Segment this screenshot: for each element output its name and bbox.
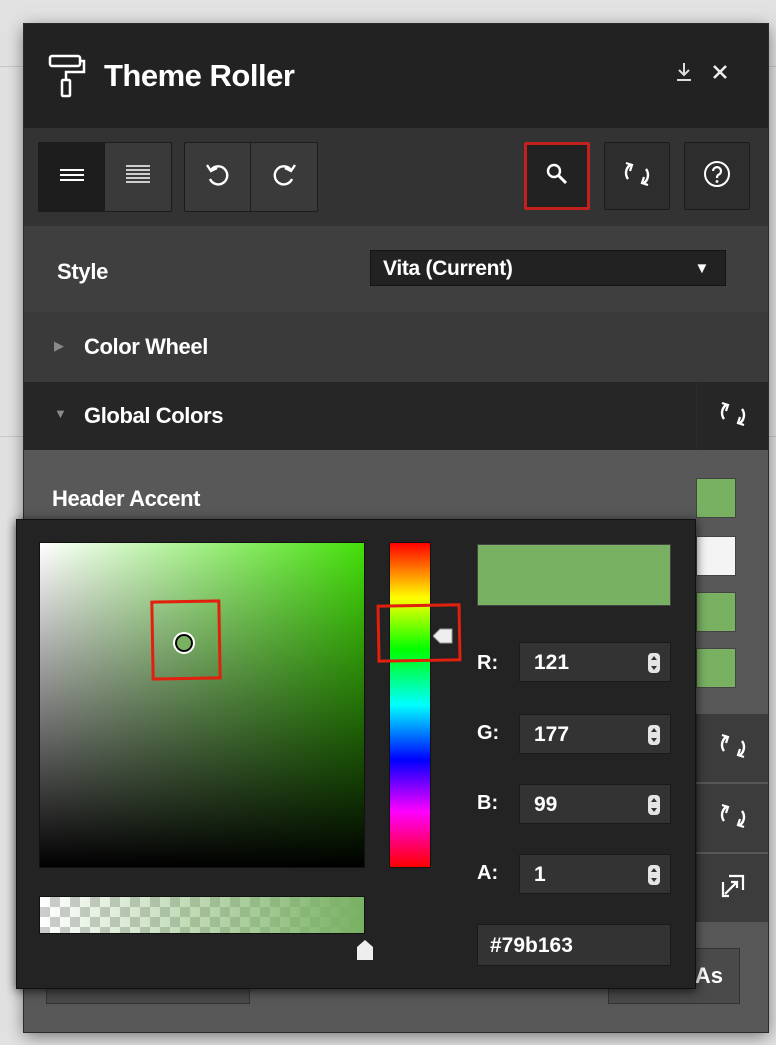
green-value: 177 bbox=[534, 723, 570, 746]
stepper-icon[interactable] bbox=[648, 865, 660, 885]
external-link-icon bbox=[719, 872, 747, 905]
redo-button[interactable] bbox=[251, 143, 317, 211]
style-select[interactable]: Vita (Current) ▼ bbox=[370, 250, 726, 286]
blue-value: 99 bbox=[534, 793, 558, 816]
simple-view-button[interactable] bbox=[39, 143, 105, 211]
style-label: Style bbox=[57, 259, 109, 284]
close-button[interactable] bbox=[706, 60, 734, 88]
color-swatch[interactable] bbox=[696, 648, 736, 688]
caret-down-icon: ▼ bbox=[54, 406, 67, 421]
open-link-button[interactable] bbox=[696, 854, 768, 922]
chevron-down-icon: ▼ bbox=[694, 260, 709, 277]
download-icon bbox=[674, 63, 694, 90]
detailed-view-button[interactable] bbox=[105, 143, 171, 211]
detailed-list-icon bbox=[126, 164, 150, 191]
alpha-value: 1 bbox=[534, 863, 546, 886]
refresh-icon bbox=[718, 731, 748, 766]
saturation-value-area[interactable] bbox=[39, 542, 365, 868]
highlight-box bbox=[376, 603, 462, 663]
section-global-colors-label: Global Colors bbox=[84, 403, 224, 428]
reset-color-button[interactable] bbox=[696, 714, 768, 782]
color-swatch[interactable] bbox=[696, 536, 736, 576]
view-mode-group bbox=[38, 142, 172, 212]
color-preview bbox=[477, 544, 671, 606]
section-color-wheel-label: Color Wheel bbox=[84, 334, 208, 359]
alpha-slider[interactable] bbox=[39, 896, 365, 934]
save-as-label: As bbox=[694, 963, 723, 988]
undo-button[interactable] bbox=[185, 143, 251, 211]
refresh-icon bbox=[718, 399, 748, 434]
blue-label: B: bbox=[477, 792, 499, 814]
color-swatch[interactable] bbox=[696, 592, 736, 632]
search-button[interactable] bbox=[524, 142, 590, 210]
green-input[interactable]: 177 bbox=[519, 714, 671, 754]
redo-icon bbox=[271, 162, 297, 193]
red-input[interactable]: 121 bbox=[519, 642, 671, 682]
download-button[interactable] bbox=[670, 60, 698, 88]
toolbar bbox=[24, 128, 768, 226]
history-group bbox=[184, 142, 318, 212]
alpha-label: A: bbox=[477, 862, 499, 884]
hex-input[interactable]: #79b163 bbox=[477, 924, 671, 966]
header-accent-label: Header Accent bbox=[52, 486, 201, 511]
undo-icon bbox=[205, 162, 231, 193]
reset-global-colors-button[interactable] bbox=[696, 382, 768, 450]
title-bar: Theme Roller bbox=[24, 24, 768, 128]
stepper-icon[interactable] bbox=[648, 725, 660, 745]
stepper-icon[interactable] bbox=[648, 795, 660, 815]
color-picker-popup: R: 121 G: 177 B: 99 A: 1 #79b163 bbox=[16, 519, 696, 989]
reset-all-button[interactable] bbox=[604, 142, 670, 210]
section-global-colors[interactable]: ▼ Global Colors bbox=[24, 382, 768, 451]
help-icon bbox=[703, 160, 731, 193]
red-value: 121 bbox=[534, 651, 570, 674]
paint-roller-icon bbox=[48, 54, 88, 98]
style-select-value: Vita (Current) bbox=[383, 257, 513, 280]
search-icon bbox=[545, 162, 569, 191]
highlight-box bbox=[150, 599, 222, 681]
alpha-handle[interactable] bbox=[357, 940, 373, 960]
section-color-wheel[interactable]: ▶ Color Wheel bbox=[24, 312, 768, 383]
refresh-icon bbox=[622, 159, 652, 194]
red-label: R: bbox=[477, 652, 499, 674]
hex-value: #79b163 bbox=[490, 934, 573, 957]
hue-slider[interactable] bbox=[389, 542, 431, 868]
refresh-icon bbox=[718, 801, 748, 836]
stepper-icon[interactable] bbox=[648, 653, 660, 673]
close-icon bbox=[710, 63, 730, 90]
help-button[interactable] bbox=[684, 142, 750, 210]
style-row: Style Vita (Current) ▼ bbox=[24, 226, 768, 313]
panel-title: Theme Roller bbox=[104, 58, 295, 93]
green-label: G: bbox=[477, 722, 500, 744]
compact-list-icon bbox=[59, 167, 84, 188]
caret-right-icon: ▶ bbox=[54, 338, 64, 353]
blue-input[interactable]: 99 bbox=[519, 784, 671, 824]
reset-color-button[interactable] bbox=[696, 784, 768, 852]
color-swatch[interactable] bbox=[696, 478, 736, 518]
alpha-input[interactable]: 1 bbox=[519, 854, 671, 894]
